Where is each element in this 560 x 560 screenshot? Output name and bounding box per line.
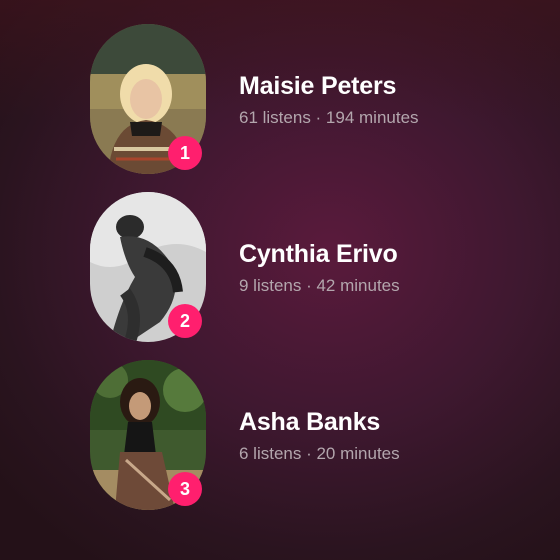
rank-badge: 3 [168, 472, 202, 506]
rank-badge: 1 [168, 136, 202, 170]
artist-row-3[interactable]: 3 Asha Banks 6 listens · 20 minutes [90, 360, 530, 510]
artist-name: Cynthia Erivo [239, 240, 398, 268]
artist-stats: 6 listens · 20 minutes [239, 444, 400, 463]
artist-name: Maisie Peters [239, 72, 397, 100]
artist-name: Asha Banks [239, 408, 381, 436]
artist-row-1[interactable]: 1 Maisie Peters 61 listens · 194 minutes [90, 24, 530, 174]
artist-stats: 61 listens · 194 minutes [239, 108, 419, 127]
artist-stats: 9 listens · 42 minutes [239, 276, 400, 295]
rank-badge: 2 [168, 304, 202, 338]
artist-row-2[interactable]: 2 Cynthia Erivo 9 listens · 42 minutes [90, 192, 530, 342]
